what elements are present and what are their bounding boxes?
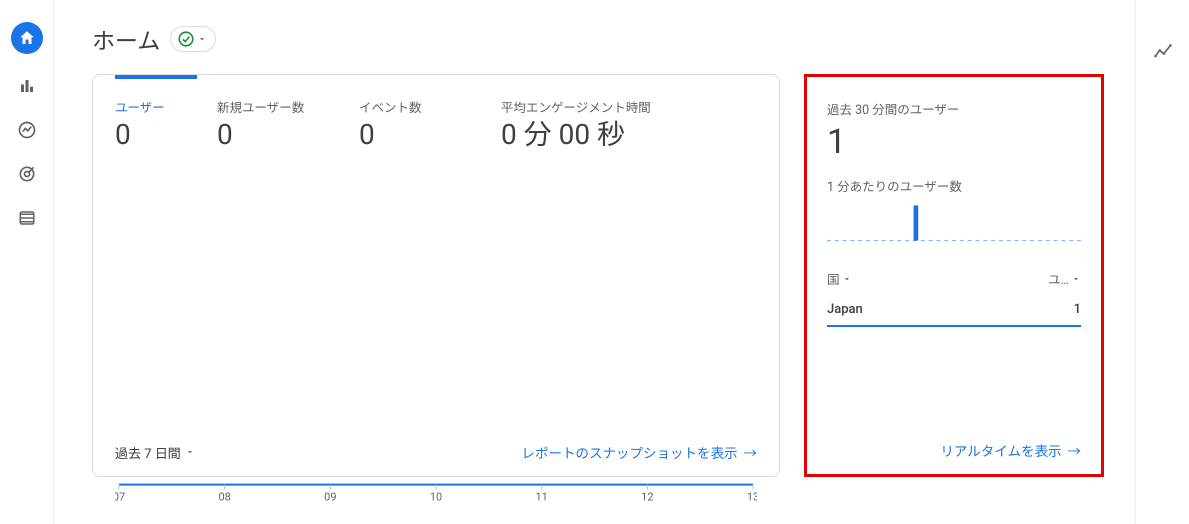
right-rail bbox=[1135, 0, 1189, 524]
svg-text:13: 13 bbox=[747, 491, 757, 503]
line-chart-svg: 070809101112131月 bbox=[115, 253, 757, 503]
link-label: リアルタイムを表示 bbox=[940, 440, 1061, 460]
svg-text:12: 12 bbox=[641, 491, 653, 503]
metric-value: 0 bbox=[217, 120, 347, 151]
table-row[interactable]: Japan 1 bbox=[827, 294, 1081, 327]
nav-configure[interactable] bbox=[15, 206, 39, 230]
row-value: 1 bbox=[1074, 302, 1081, 317]
cards-row: ユーザー 0 新規ユーザー数 0 イベント数 0 平均エンゲージメント時間 0 … bbox=[92, 74, 1105, 477]
nav-reports[interactable] bbox=[15, 74, 39, 98]
svg-text:10: 10 bbox=[430, 491, 442, 503]
measure-label: ユ… bbox=[1048, 269, 1069, 288]
trend-icon bbox=[17, 120, 37, 140]
metric-label: イベント数 bbox=[359, 97, 489, 116]
bar-chart-svg bbox=[827, 201, 1081, 245]
dimension-label: 国 bbox=[827, 269, 840, 288]
nav-explore[interactable] bbox=[15, 118, 39, 142]
insights-icon bbox=[1153, 42, 1173, 62]
realtime-heading: 過去 30 分間のユーザー bbox=[827, 99, 1081, 118]
chevron-down-icon bbox=[185, 447, 195, 457]
left-nav bbox=[0, 0, 54, 524]
measure-dropdown[interactable]: ユ… bbox=[1048, 269, 1081, 288]
link-label: レポートのスナップショットを表示 bbox=[522, 442, 738, 462]
check-circle-icon bbox=[177, 30, 195, 48]
view-snapshot-link[interactable]: レポートのスナップショットを表示 → bbox=[522, 442, 758, 462]
active-metric-indicator bbox=[115, 75, 197, 79]
metric-value: 0 bbox=[359, 120, 489, 151]
chevron-down-icon bbox=[197, 34, 207, 44]
dimension-dropdown[interactable]: 国 bbox=[827, 269, 852, 288]
date-range-dropdown[interactable]: 過去 7 日間 bbox=[115, 443, 195, 462]
realtime-table-head: 国 ユ… bbox=[827, 263, 1081, 294]
list-icon bbox=[18, 209, 36, 227]
bar-chart-icon bbox=[18, 77, 36, 95]
chevron-down-icon bbox=[842, 274, 852, 284]
metric-new-users[interactable]: 新規ユーザー数 0 bbox=[217, 97, 347, 151]
chevron-down-icon bbox=[1071, 274, 1081, 284]
svg-text:08: 08 bbox=[219, 491, 231, 503]
metric-users[interactable]: ユーザー 0 bbox=[115, 97, 205, 151]
arrow-right-icon: → bbox=[744, 442, 758, 462]
overview-chart: 070809101112131月 bbox=[115, 253, 757, 503]
realtime-card: 過去 30 分間のユーザー 1 1 分あたりのユーザー数 国 ユ… bbox=[804, 74, 1104, 477]
overview-footer: 過去 7 日間 レポートのスナップショットを表示 → bbox=[115, 442, 757, 462]
per-minute-label: 1 分あたりのユーザー数 bbox=[827, 176, 1081, 195]
metrics-tabs: ユーザー 0 新規ユーザー数 0 イベント数 0 平均エンゲージメント時間 0 … bbox=[93, 75, 779, 157]
page-title: ホーム bbox=[92, 22, 160, 56]
metric-label: 新規ユーザー数 bbox=[217, 97, 347, 116]
realtime-value: 1 bbox=[827, 122, 1081, 162]
nav-home[interactable] bbox=[11, 22, 43, 54]
arrow-right-icon: → bbox=[1068, 440, 1082, 460]
svg-text:07: 07 bbox=[115, 491, 125, 503]
status-pill[interactable] bbox=[170, 26, 216, 52]
main-area: ホーム ユーザー 0 新規ユーザー数 0 イベント数 0 bbox=[54, 0, 1135, 524]
metric-avg-engagement[interactable]: 平均エンゲージメント時間 0 分 00 秒 bbox=[501, 97, 701, 151]
metric-value: 0 bbox=[115, 120, 205, 151]
nav-advertising[interactable] bbox=[15, 162, 39, 186]
overview-card: ユーザー 0 新規ユーザー数 0 イベント数 0 平均エンゲージメント時間 0 … bbox=[92, 74, 780, 477]
per-minute-chart bbox=[827, 201, 1081, 245]
svg-text:11: 11 bbox=[536, 491, 548, 503]
metric-events[interactable]: イベント数 0 bbox=[359, 97, 489, 151]
row-dimension: Japan bbox=[827, 302, 863, 317]
metric-label: 平均エンゲージメント時間 bbox=[501, 97, 701, 116]
insights-button[interactable] bbox=[1151, 40, 1175, 64]
svg-text:09: 09 bbox=[324, 491, 336, 503]
metric-value: 0 分 00 秒 bbox=[501, 120, 701, 151]
date-range-label: 過去 7 日間 bbox=[115, 443, 181, 462]
view-realtime-link[interactable]: リアルタイムを表示 → bbox=[940, 440, 1081, 460]
page-header: ホーム bbox=[92, 22, 1105, 56]
home-icon bbox=[18, 29, 36, 47]
metric-label: ユーザー bbox=[115, 97, 205, 116]
target-icon bbox=[17, 164, 37, 184]
